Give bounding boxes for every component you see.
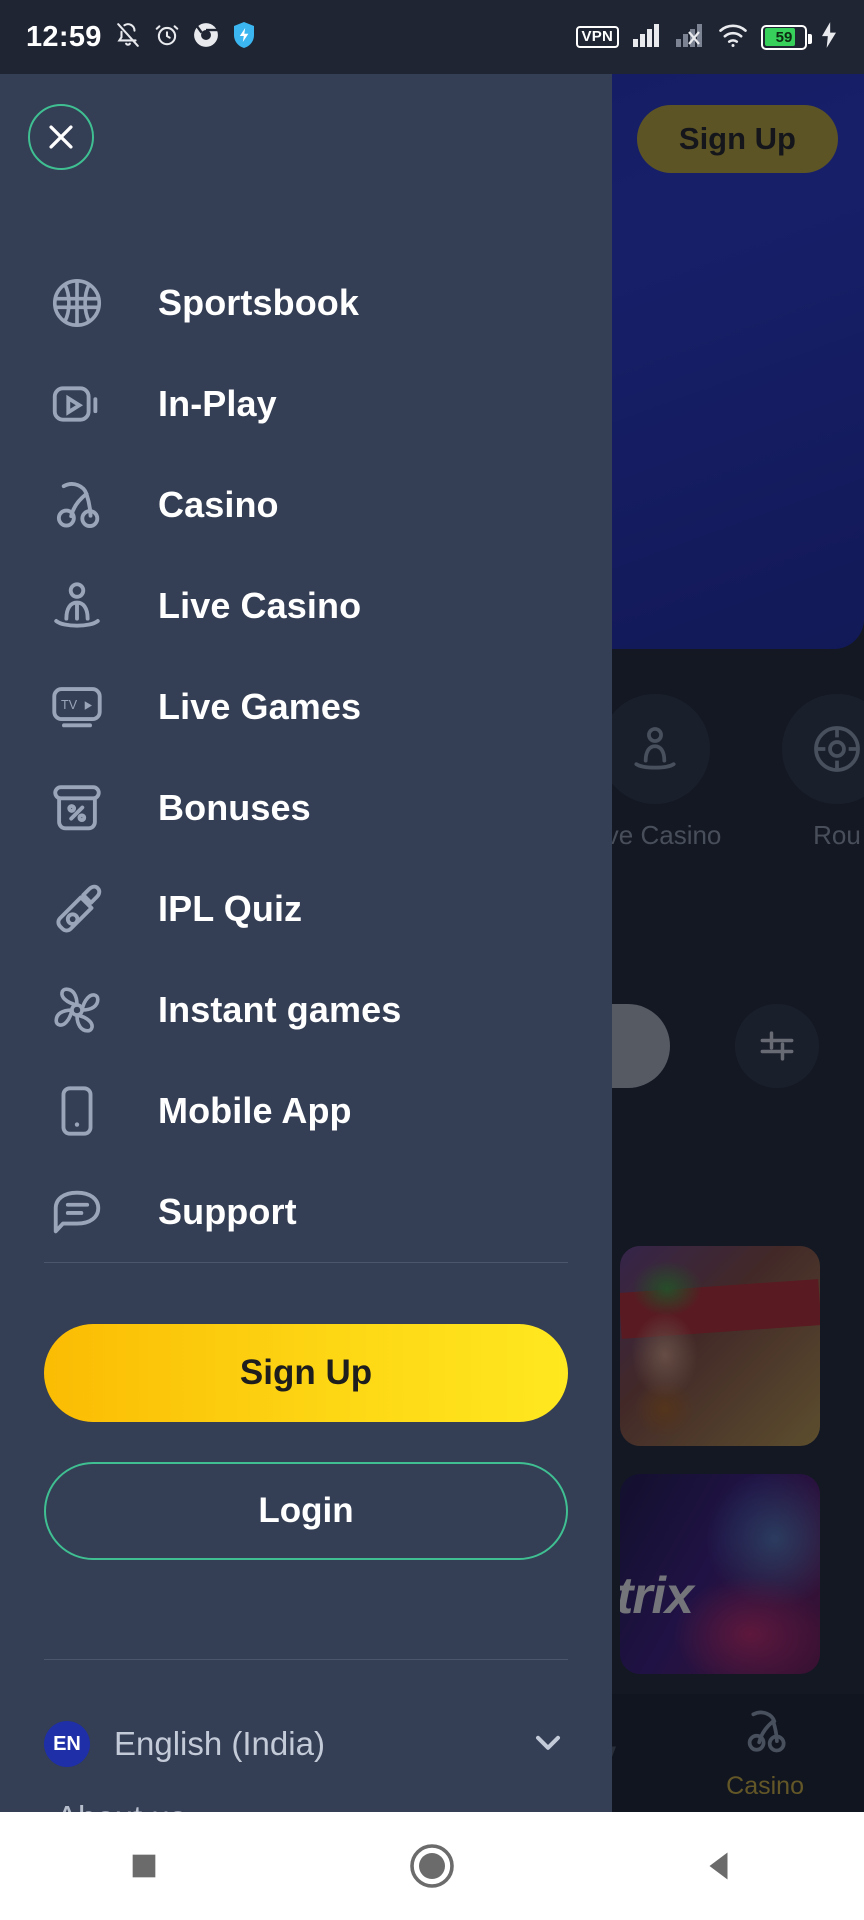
gift-percent-icon [46,777,108,839]
drawer-divider-bottom [44,1659,568,1660]
close-icon[interactable] [28,104,94,170]
language-selector[interactable]: EN English (India) [44,1704,568,1784]
signal-bars-off-icon [675,22,705,53]
status-bar-clock: 12:59 [26,20,102,53]
menu-item-label: Live Casino [158,584,362,626]
circle-icon[interactable] [372,1812,492,1920]
menu-item-casino[interactable]: Casino [0,454,612,555]
menu-item-ipl-quiz[interactable]: IPL Quiz [0,858,612,959]
menu-item-mobile-app[interactable]: Mobile App [0,1060,612,1161]
language-badge: EN [44,1721,90,1767]
menu-item-label: Casino [158,483,279,525]
live-dealer-icon [46,575,108,637]
menu-item-instant-games[interactable]: Instant games [0,959,612,1060]
menu-item-label: In-Play [158,382,277,424]
drawer-divider-top [44,1262,568,1263]
menu-item-label: Mobile App [158,1089,352,1131]
charging-bolt-icon [820,21,838,54]
menu-item-sportsbook[interactable]: Sportsbook [0,252,612,353]
chrome-icon [193,22,219,53]
signal-bars-icon [632,22,662,53]
status-bar-left: 12:59 [26,21,256,54]
menu-item-label: Live Games [158,685,362,727]
menu-item-support[interactable]: Support [0,1161,612,1262]
phone-icon [46,1080,108,1142]
drawer-menu-list: Sportsbook In-Play Casino Live Casino TV… [0,252,612,1262]
menu-item-label: Sportsbook [158,281,360,323]
vpn-shield-icon [232,21,256,54]
android-navigation-bar [0,1812,864,1920]
basketball-icon [46,272,108,334]
login-button[interactable]: Login [44,1462,568,1560]
navigation-drawer: Sportsbook In-Play Casino Live Casino TV… [0,74,612,1812]
wifi-icon [718,22,748,53]
battery-percent: 59 [775,28,793,46]
menu-item-label: Bonuses [158,786,311,828]
status-bar: 12:59 VPN 59 [0,0,864,74]
menu-item-live-casino[interactable]: Live Casino [0,555,612,656]
square-icon[interactable] [84,1812,204,1920]
battery-icon: 59 [761,24,812,50]
menu-item-label: IPL Quiz [158,887,303,929]
chevron-down-icon [528,1722,568,1767]
menu-item-label: Support [158,1190,297,1232]
signup-button[interactable]: Sign Up [44,1324,568,1422]
pinwheel-icon [46,979,108,1041]
notifications-off-icon [115,21,141,54]
menu-item-label: Instant games [158,988,402,1030]
status-bar-right: VPN 59 [575,21,838,54]
about-us-link[interactable]: About us [56,1799,186,1812]
play-video-icon [46,373,108,435]
chat-bubble-icon [46,1181,108,1243]
tv-icon: TV [46,676,108,738]
menu-item-in-play[interactable]: In-Play [0,353,612,454]
alarm-clock-icon [154,21,180,54]
triangle-back-icon[interactable] [660,1812,780,1920]
svg-text:TV: TV [61,697,78,711]
cricket-bat-icon [46,878,108,940]
menu-item-bonuses[interactable]: Bonuses [0,757,612,858]
menu-item-live-games[interactable]: TV Live Games [0,656,612,757]
vpn-badge: VPN [575,26,619,48]
language-label: English (India) [114,1725,325,1762]
cherry-icon [46,474,108,536]
